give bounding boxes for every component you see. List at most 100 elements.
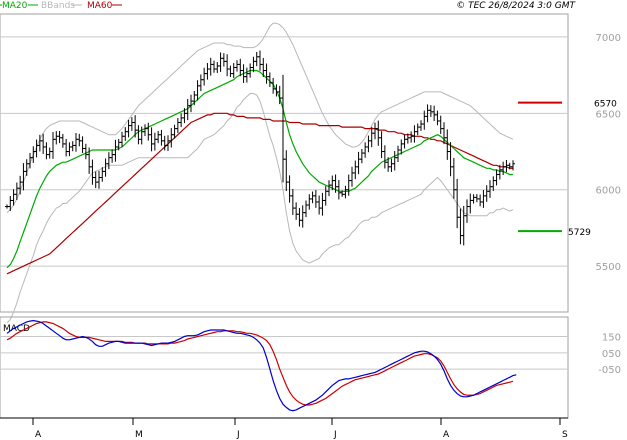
price-bar [258,50,262,71]
legend-bbands-label: BBands [41,1,75,11]
price-bar [110,149,115,163]
level-label: 5729 [568,228,591,238]
price-bar [77,133,82,147]
x-axis-tick-label: J [333,430,337,440]
price-tick-label: 6000 [596,186,621,197]
legend-ma60-label: MA60 [87,1,113,11]
price-bar [359,149,364,164]
price-bar [343,185,348,199]
price-bar [392,150,397,171]
price-bar [18,175,23,195]
legend: MA20 BBands MA60 [0,1,122,11]
copyright-text: © TEC 26/8/2024 3:0 GMT [456,1,576,11]
price-bar [327,180,331,197]
price-bar [215,62,220,73]
price-bar [300,205,305,228]
price-bar [353,160,358,180]
price-bar [409,131,414,143]
macd-tick-label: 050 [602,349,621,360]
price-panel: 5500 6000 6500 7000 6570 5729 [0,13,621,324]
macd-panel: MACD 150050-050 [0,316,621,419]
price-bar [97,170,101,189]
macd-signal-line [6,321,514,406]
price-bar [238,58,243,77]
price-bar [70,141,75,152]
price-bar [389,158,394,172]
price-bar [376,120,381,146]
price-bar [415,123,420,136]
price-bar [297,207,302,227]
price-bar [34,139,39,158]
price-bar [402,134,407,149]
price-bar [44,142,49,160]
price-bar [47,147,52,159]
price-bar [471,194,476,204]
macd-frame [0,316,569,419]
price-bar [294,202,299,220]
price-tick-label: 5500 [596,262,621,273]
price-bar [221,53,226,67]
price-bar [218,52,223,72]
price-bar [458,208,463,245]
price-bar [478,194,483,207]
price-tick-label: 6500 [596,109,621,120]
price-tick-label: 7000 [596,33,621,44]
price-bar [350,166,354,187]
x-axis-tick-label: A [443,430,450,440]
price-bar [465,199,469,223]
price-bar [379,131,384,159]
price-bar [149,127,154,152]
price-bar [284,150,289,191]
price-bar [290,188,295,215]
price-bar [251,56,256,73]
price-bar [481,189,486,208]
price-bar [120,131,124,147]
price-bar [14,182,19,200]
price-bar [192,90,197,106]
bollinger-lower-line [6,93,514,324]
price-bar [484,185,489,202]
price-bar [451,157,456,199]
price-bar [438,115,443,134]
price-bar [504,159,509,173]
x-axis-tick-label: S [562,430,568,440]
macd-tick-label: 150 [602,333,621,344]
price-bar [152,132,157,151]
price-bar [304,200,308,218]
price-bar [366,135,371,153]
price-bar [369,126,374,148]
price-bar [428,105,433,117]
price-bar [501,161,506,176]
price-bar [198,74,203,92]
price-bar [74,133,78,152]
price-bar [254,51,259,67]
price-bar [64,138,69,157]
price-bar [93,171,98,189]
price-bar [67,142,72,157]
price-bar [281,74,285,183]
price-bar [382,145,387,169]
price-bar [461,205,466,246]
price-bar [419,120,423,131]
price-bar [307,194,312,210]
price-bar [146,122,151,141]
price-bar [8,195,13,212]
price-bar [320,192,325,216]
price-bar [123,127,128,141]
price-frame [0,13,569,313]
price-bar [323,186,328,206]
price-bar [412,125,417,143]
price-bar [31,146,36,163]
price-bar [235,60,239,72]
price-bar [126,119,131,138]
price-bar [156,130,161,144]
price-bar [491,176,496,191]
price-bar [228,65,233,77]
price-bar [205,63,210,80]
price-bar [54,131,59,145]
price-bar [373,122,377,140]
price-bar [287,175,292,203]
x-axis-tick-label: A [35,430,42,440]
price-bar [189,94,193,113]
price-bar [317,195,322,215]
